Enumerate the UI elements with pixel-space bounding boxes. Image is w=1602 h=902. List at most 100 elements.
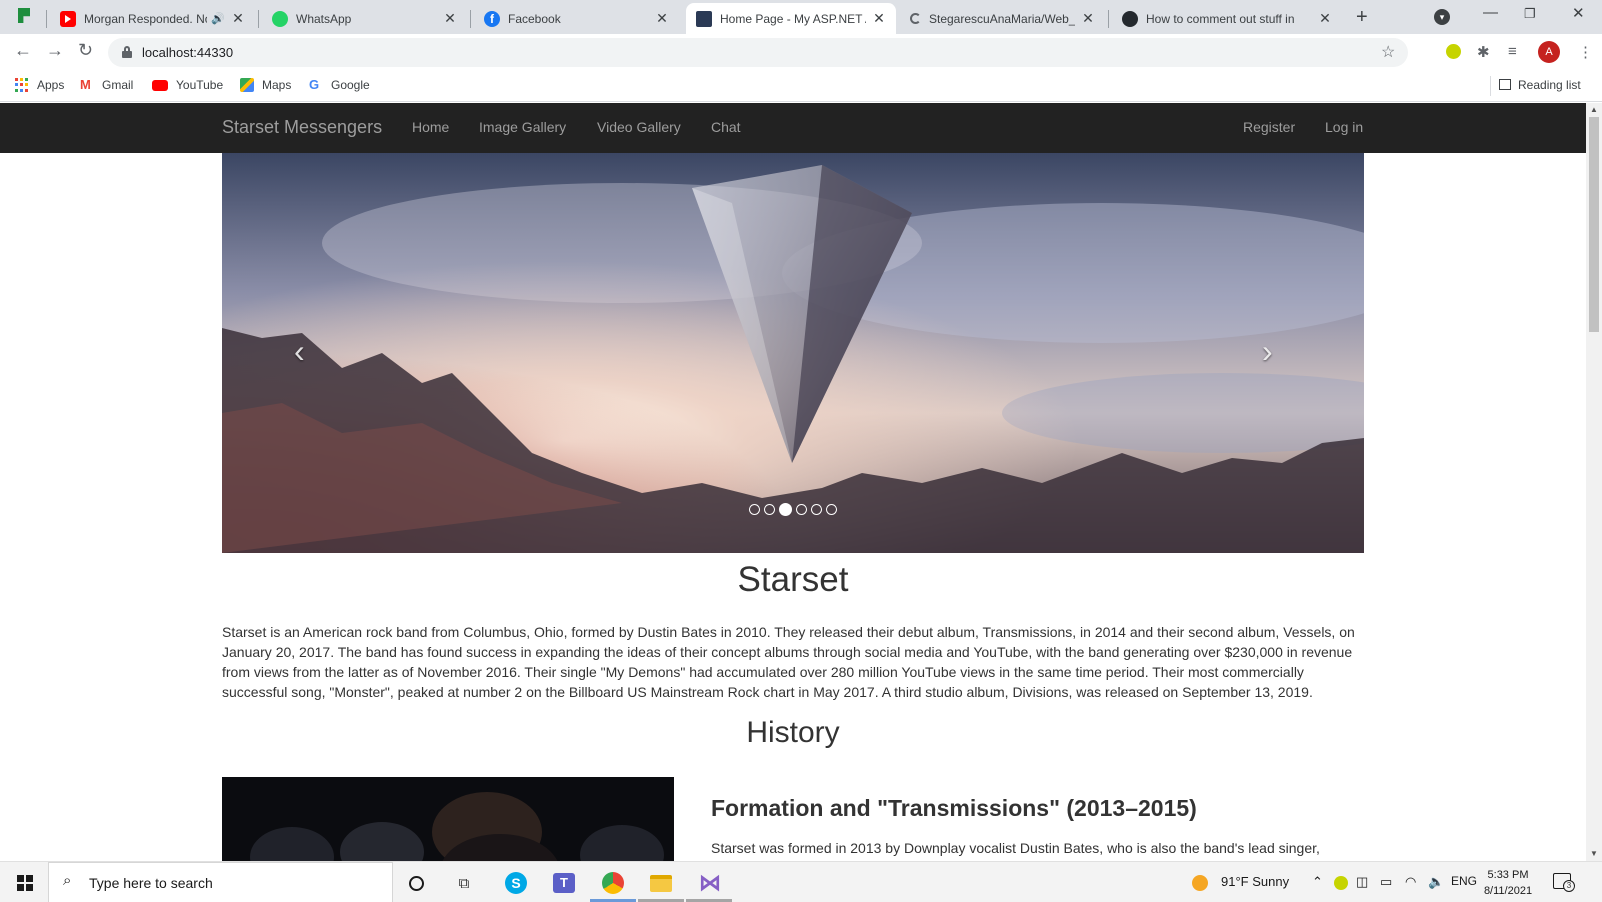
profile-avatar[interactable]: A <box>1538 41 1560 63</box>
carousel-indicator[interactable] <box>826 504 837 515</box>
reload-icon[interactable]: ↻ <box>78 40 93 61</box>
reading-list-label: Reading list <box>1518 78 1581 92</box>
lock-icon[interactable] <box>122 46 132 58</box>
tab-whatsapp[interactable]: WhatsApp ✕ <box>262 3 467 34</box>
visual-studio-icon[interactable]: ⋈ <box>697 870 723 896</box>
google-icon: G <box>309 77 320 92</box>
weather-text[interactable]: 91°F Sunny <box>1221 874 1289 889</box>
page-title: Starset <box>737 560 849 599</box>
bookmark-label: Google <box>331 78 370 92</box>
clock-date: 8/11/2021 <box>1483 885 1533 897</box>
section-heading: Formation and "Transmissions" (2013–2015… <box>711 795 1197 821</box>
windows-start-icon[interactable] <box>17 875 33 891</box>
volume-icon[interactable]: 🔈 <box>1428 874 1444 890</box>
taskbar-search[interactable]: ⌕ Type here to search <box>48 862 393 902</box>
browser-menu-icon[interactable]: ⋮ <box>1578 43 1593 61</box>
wifi-icon[interactable]: ◠ <box>1405 874 1416 890</box>
back-icon[interactable]: ← <box>14 40 32 61</box>
tab-title: How to comment out stuff in <box>1146 11 1295 26</box>
history-paragraph: Starset was formed in 2013 by Downplay v… <box>711 840 1347 861</box>
carousel-indicator-active[interactable] <box>779 503 792 516</box>
bookmark-youtube[interactable]: YouTube <box>152 78 223 92</box>
tab-facebook[interactable]: f Facebook ✕ <box>474 3 679 34</box>
bookmark-google[interactable]: G Google <box>309 77 370 93</box>
bookmarks-bar: Apps M Gmail YouTube Maps G Google Readi… <box>0 70 1602 102</box>
close-tab-icon[interactable]: ✕ <box>1081 10 1095 27</box>
task-view-icon[interactable]: ⧉ <box>451 870 477 896</box>
meet-now-icon[interactable]: ◫ <box>1356 874 1368 890</box>
browser-toolbar: ← → ↻ localhost:44330 ☆ <box>0 34 1602 70</box>
chrome-icon[interactable] <box>600 870 626 896</box>
file-explorer-icon[interactable] <box>648 870 674 896</box>
nav-chat[interactable]: Chat <box>711 119 741 135</box>
bookmark-maps[interactable]: Maps <box>240 78 291 92</box>
bookmark-gmail[interactable]: M Gmail <box>80 78 133 93</box>
carousel-indicators <box>222 503 1364 516</box>
media-control-icon[interactable]: ≡ <box>1508 43 1517 60</box>
close-tab-icon[interactable]: ✕ <box>655 10 669 27</box>
close-tab-icon[interactable]: ✕ <box>872 10 886 27</box>
forward-icon[interactable]: → <box>46 40 64 61</box>
tab-youtube[interactable]: Morgan Responded. No 🔊 ✕ <box>50 3 255 34</box>
close-tab-icon[interactable]: ✕ <box>1318 10 1332 27</box>
carousel-prev-button[interactable]: ‹ <box>294 333 305 370</box>
apps-grid-icon <box>15 78 29 92</box>
tab-title: StegarescuAnaMaria/Web_s <box>929 11 1075 26</box>
scroll-up-icon[interactable]: ▲ <box>1590 105 1598 114</box>
nav-image-gallery[interactable]: Image Gallery <box>479 119 566 135</box>
reading-list[interactable]: Reading list <box>1499 78 1581 92</box>
tab-github-question[interactable]: How to comment out stuff in ✕ <box>1112 3 1342 34</box>
close-tab-icon[interactable]: ✕ <box>443 10 457 27</box>
restore-icon[interactable]: ❐ <box>1524 6 1536 22</box>
tab-title: WhatsApp <box>296 11 352 26</box>
tray-expand-icon[interactable]: ⌃ <box>1312 874 1323 890</box>
browser-tab-strip: Morgan Responded. No 🔊 ✕ WhatsApp ✕ f Fa… <box>0 0 1602 34</box>
notification-count: 3 <box>1563 880 1575 892</box>
windows-taskbar: ⌕ Type here to search ⧉ S T ⋈ 91°F Sunny… <box>0 861 1602 902</box>
carousel-indicator[interactable] <box>749 504 760 515</box>
pinned-tab[interactable] <box>18 8 34 24</box>
scroll-thumb[interactable] <box>1589 117 1599 332</box>
new-tab-button[interactable]: + <box>1356 6 1368 29</box>
address-bar[interactable]: localhost:44330 ☆ <box>108 38 1408 67</box>
bookmark-star-icon[interactable]: ☆ <box>1381 42 1395 62</box>
teams-icon[interactable]: T <box>551 870 577 896</box>
cortana-icon[interactable] <box>403 870 429 896</box>
page-scrollbar[interactable]: ▲ ▼ <box>1586 103 1602 861</box>
tab-title: Facebook <box>508 11 561 26</box>
bookmark-apps[interactable]: Apps <box>15 78 64 92</box>
tab-search-icon[interactable]: ▾ <box>1434 9 1450 25</box>
nav-register[interactable]: Register <box>1243 119 1295 135</box>
whatsapp-icon <box>272 10 288 27</box>
tab-title: Morgan Responded. No <box>84 11 208 26</box>
nav-login[interactable]: Log in <box>1325 119 1363 135</box>
tab-github-repo[interactable]: StegarescuAnaMaria/Web_s ✕ <box>900 3 1105 34</box>
bookmark-label: Apps <box>37 78 65 92</box>
carousel-indicator[interactable] <box>796 504 807 515</box>
minimize-icon[interactable]: — <box>1483 4 1498 21</box>
battery-icon[interactable]: ▭ <box>1380 874 1392 890</box>
nav-home[interactable]: Home <box>412 119 449 135</box>
carousel-indicator[interactable] <box>764 504 775 515</box>
skype-icon[interactable]: S <box>503 870 529 896</box>
scroll-down-icon[interactable]: ▼ <box>1590 849 1598 858</box>
weather-icon[interactable] <box>1192 875 1208 891</box>
nav-video-gallery[interactable]: Video Gallery <box>597 119 681 135</box>
carousel-indicator[interactable] <box>811 504 822 515</box>
extensions-puzzle-icon[interactable]: ✱ <box>1477 43 1490 61</box>
close-window-icon[interactable]: ✕ <box>1572 4 1585 22</box>
search-placeholder: Type here to search <box>89 875 213 891</box>
extension-icon[interactable] <box>1446 44 1461 59</box>
tab-home-page[interactable]: Home Page - My ASP.NET A ✕ <box>686 3 896 34</box>
loading-icon <box>910 13 921 24</box>
taskbar-clock[interactable]: 5:33 PM 8/11/2021 <box>1473 867 1543 899</box>
tray-app-icon[interactable] <box>1334 876 1348 890</box>
carousel-slide-image <box>222 153 1364 553</box>
notification-center-icon[interactable]: 3 <box>1553 873 1575 892</box>
url-text: localhost:44330 <box>142 45 234 60</box>
carousel-next-button[interactable]: › <box>1262 333 1273 370</box>
speaker-icon[interactable]: 🔊 <box>211 12 225 25</box>
youtube-icon <box>60 10 76 27</box>
site-brand[interactable]: Starset Messengers <box>222 117 382 138</box>
close-tab-icon[interactable]: ✕ <box>231 10 245 27</box>
